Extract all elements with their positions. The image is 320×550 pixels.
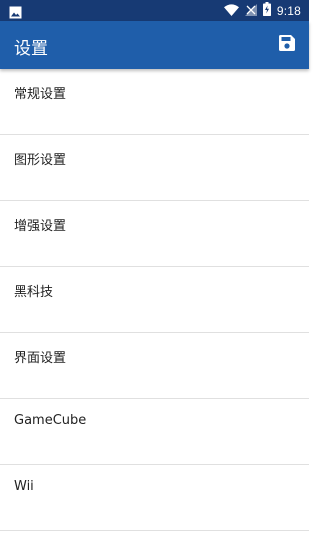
settings-item-hacks[interactable]: 黑科技: [0, 267, 309, 333]
battery-charging-icon: [262, 1, 271, 20]
settings-item-label: 黑科技: [14, 285, 54, 300]
status-bar: 9:18: [0, 0, 309, 21]
wifi-icon: [223, 1, 239, 20]
settings-item-wii[interactable]: Wii: [0, 465, 309, 531]
image-notification-icon: [9, 4, 22, 19]
settings-item-graphics[interactable]: 图形设置: [0, 135, 309, 201]
settings-item-label: Wii: [14, 479, 34, 494]
status-time: 9:18: [276, 3, 301, 18]
settings-item-general[interactable]: 常规设置: [0, 69, 309, 135]
settings-item-label: 增强设置: [14, 219, 67, 234]
save-button[interactable]: [273, 31, 301, 59]
page-title: 设置: [14, 39, 48, 59]
settings-item-label: 界面设置: [14, 351, 67, 366]
app-bar: 设置: [0, 21, 309, 69]
settings-item-label: GameCube: [14, 413, 87, 428]
settings-item-interface[interactable]: 界面设置: [0, 333, 309, 399]
settings-item-enhancements[interactable]: 增强设置: [0, 201, 309, 267]
settings-list: 常规设置 图形设置 增强设置 黑科技 界面设置 GameCube Wii: [0, 69, 309, 531]
settings-item-label: 图形设置: [14, 153, 67, 168]
settings-item-label: 常规设置: [14, 87, 67, 102]
settings-item-gamecube[interactable]: GameCube: [0, 399, 309, 465]
signal-icon: [244, 1, 257, 20]
save-icon: [278, 34, 296, 56]
